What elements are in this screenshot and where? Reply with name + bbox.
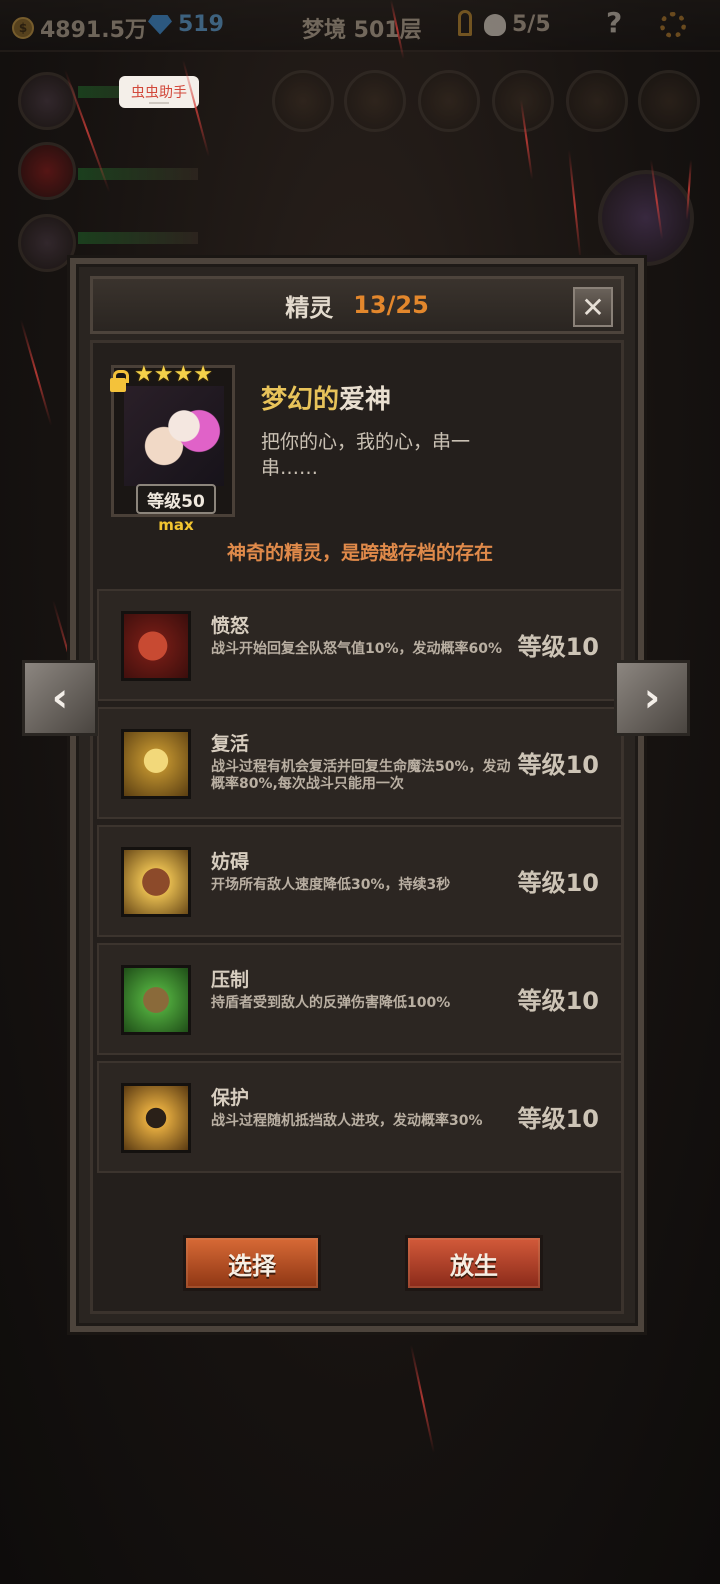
skill-description: 战斗开始回复全队怒气值10%，发动概率60%	[211, 641, 503, 657]
sprite-description: 把你的心，我的心，串一串……	[261, 431, 471, 479]
diamond-icon	[148, 14, 172, 35]
equipment-slot[interactable]	[272, 70, 334, 132]
sprite-count: 13/25	[353, 291, 429, 319]
help-button[interactable]: ?	[606, 6, 622, 39]
next-sprite-button[interactable]: ›	[614, 660, 690, 736]
equipment-slot[interactable]	[638, 70, 700, 132]
skill-row-suppress[interactable]: 压制 持盾者受到敌人的反弹伤害降低100% 等级10	[97, 943, 623, 1055]
skill-description: 战斗过程随机抵挡敌人进攻，发动概率30%	[211, 1113, 483, 1129]
skill-name: 愤怒	[211, 615, 250, 637]
suppress-icon	[121, 965, 191, 1035]
skill-level: 等级10	[517, 1105, 599, 1133]
chevron-left-icon: ‹	[51, 675, 69, 721]
skill-level: 等级10	[517, 869, 599, 897]
skill-list: 愤怒 战斗开始回复全队怒气值10%，发动概率60% 等级10 复活 战斗过程有机…	[97, 589, 623, 1179]
key-icon	[458, 10, 472, 36]
sprite-dialog: 精灵 13/25 ✕ ★ ★ ★ ★ 等级50 max 梦幻的爱神 把你的心，我…	[70, 258, 644, 1332]
skill-name: 保护	[211, 1087, 250, 1109]
dialog-title: 精灵	[285, 293, 334, 322]
equipment-slot[interactable]	[344, 70, 406, 132]
gear-icon	[660, 12, 686, 38]
select-button[interactable]: 选择	[183, 1235, 321, 1291]
floor-label: 梦境 501层	[302, 18, 422, 43]
sprite-card[interactable]: ★ ★ ★ ★ 等级50 max	[110, 364, 235, 534]
hero-hp-bar	[78, 232, 198, 244]
skill-row-protect[interactable]: 保护 战斗过程随机抵挡敌人进攻，发动概率30% 等级10	[97, 1061, 623, 1173]
skill-row-revive[interactable]: 复活 战斗过程有机会复活并回复生命魔法50%，发动概率80%,每次战斗只能用一次…	[97, 707, 623, 819]
max-label: max	[158, 516, 194, 534]
skill-row-hinder[interactable]: 妨碍 开场所有敌人速度降低30%，持续3秒 等级10	[97, 825, 623, 937]
close-icon: ✕	[581, 290, 605, 324]
sprite-cupid-image	[124, 386, 224, 486]
sprite-name-prefix: 梦幻的	[261, 385, 340, 415]
gold-counter: $ 4891.5万	[12, 12, 147, 44]
close-button[interactable]: ✕	[573, 287, 613, 327]
previous-sprite-button[interactable]: ‹	[22, 660, 98, 736]
sprite-name-main: 爱神	[339, 385, 392, 415]
gold-amount: 4891.5万	[40, 18, 147, 43]
gold-coin-icon: $	[12, 17, 34, 39]
anger-icon	[121, 611, 191, 681]
skull-counter: 5/5	[484, 12, 551, 37]
skill-name: 妨碍	[211, 851, 250, 873]
settings-button[interactable]	[660, 12, 686, 38]
hero-hp-bar	[78, 168, 198, 180]
skill-description: 战斗过程有机会复活并回复生命魔法50%，发动概率80%,每次战斗只能用一次	[211, 759, 511, 792]
chevron-right-icon: ›	[643, 675, 661, 721]
star-icon: ★	[134, 362, 154, 387]
gem-amount: 519	[178, 12, 224, 37]
star-icon: ★	[193, 362, 213, 387]
sprite-portrait-background	[598, 170, 694, 266]
question-mark-icon: ?	[606, 6, 623, 39]
skull-icon	[484, 13, 506, 36]
hero-portrait[interactable]	[18, 142, 76, 200]
dialog-body: ★ ★ ★ ★ 等级50 max 梦幻的爱神 把你的心，我的心，串一串…… 神奇…	[90, 340, 624, 1314]
dialog-header: 精灵 13/25 ✕	[90, 276, 624, 334]
equipment-slot[interactable]	[418, 70, 480, 132]
star-rating: ★ ★ ★ ★	[134, 364, 213, 386]
lock-icon[interactable]	[110, 370, 129, 392]
skill-description: 开场所有敌人速度降低30%，持续3秒	[211, 877, 451, 893]
protect-icon	[121, 1083, 191, 1153]
star-icon: ★	[173, 362, 194, 387]
skill-level: 等级10	[517, 751, 599, 779]
star-icon: ★	[153, 362, 174, 387]
skill-level: 等级10	[517, 987, 599, 1015]
sprite-level: 等级50	[136, 484, 216, 514]
revive-icon	[121, 729, 191, 799]
dungeon-floor: 梦境 501层	[302, 12, 422, 44]
skill-description: 持盾者受到敌人的反弹伤害降低100%	[211, 995, 451, 1011]
hinder-icon	[121, 847, 191, 917]
equipment-slot[interactable]	[566, 70, 628, 132]
resource-bar: $ 4891.5万 519 梦境 501层 5/5 ?	[0, 0, 720, 52]
skill-name: 压制	[211, 969, 250, 991]
skill-name: 复活	[211, 733, 250, 755]
skill-row-anger[interactable]: 愤怒 战斗开始回复全队怒气值10%，发动概率60% 等级10	[97, 589, 623, 701]
gem-counter: 519	[148, 12, 224, 37]
key-indicator	[458, 10, 472, 36]
hero-portrait[interactable]	[18, 214, 76, 272]
sprite-tagline: 神奇的精灵，是跨越存档的存在	[226, 542, 493, 564]
skull-count: 5/5	[512, 12, 551, 37]
release-button[interactable]: 放生	[405, 1235, 543, 1291]
skill-level: 等级10	[517, 633, 599, 661]
sprite-name: 梦幻的爱神	[261, 379, 391, 416]
